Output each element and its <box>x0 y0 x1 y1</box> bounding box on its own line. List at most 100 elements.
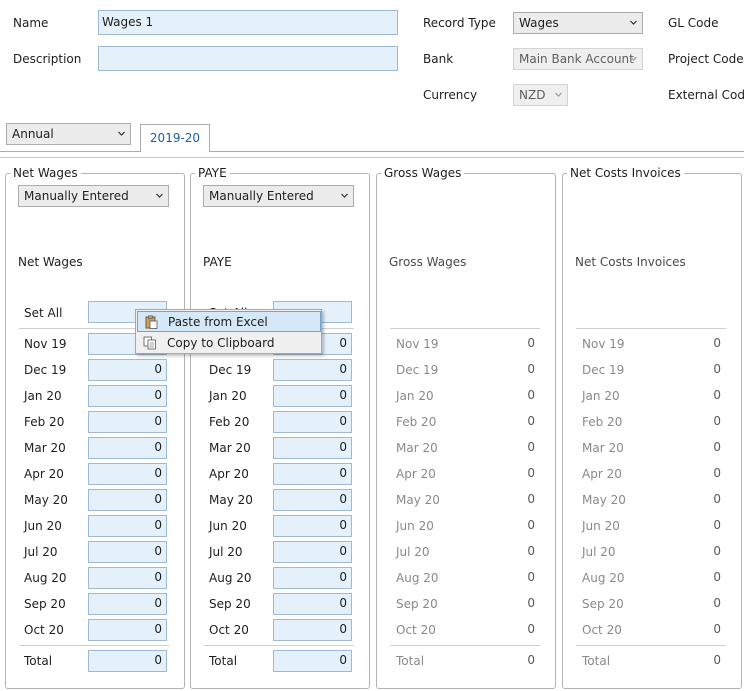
net-costs-invoices-month-value: 0 <box>713 622 721 636</box>
month-label: Aug 20 <box>396 571 439 585</box>
gross-wages-month-value: 0 <box>527 518 535 532</box>
month-label: Apr 20 <box>24 467 64 481</box>
gross-wages-month-value: 0 <box>527 570 535 584</box>
net-costs-invoices-heading: Net Costs Invoices <box>575 255 686 269</box>
name-input[interactable]: Wages 1 <box>98 10 398 35</box>
chevron-down-icon <box>630 19 637 26</box>
net-wages-month-input[interactable]: 0 <box>88 593 167 615</box>
month-label: May 20 <box>209 493 253 507</box>
month-label: Dec 19 <box>24 363 67 377</box>
net-costs-invoices-month-value: 0 <box>713 388 721 402</box>
net-costs-invoices-total-value: 0 <box>713 653 721 667</box>
gross-wages-month-value: 0 <box>527 622 535 636</box>
month-label: Jul 20 <box>396 545 430 559</box>
month-label: Oct 20 <box>24 623 64 637</box>
name-label: Name <box>13 16 49 30</box>
month-label: Apr 20 <box>209 467 249 481</box>
gross-wages-month-value: 0 <box>527 414 535 428</box>
paye-month-input[interactable]: 0 <box>273 567 352 589</box>
net-wages-month-input[interactable]: 0 <box>88 515 167 537</box>
record-type-label: Record Type <box>423 16 496 30</box>
month-label: Aug 20 <box>209 571 252 585</box>
net-wages-month-input[interactable]: 0 <box>88 463 167 485</box>
total-label: Total <box>24 654 53 668</box>
period-select[interactable]: Annual <box>6 123 131 145</box>
mode-value: Manually Entered <box>24 189 129 203</box>
net-wages-month-input[interactable]: 0 <box>88 385 167 407</box>
month-label: Feb 20 <box>582 415 623 429</box>
description-label: Description <box>13 52 82 66</box>
net-costs-invoices-month-value: 0 <box>713 440 721 454</box>
external-code-label: External Code <box>668 88 744 102</box>
paye-month-input[interactable]: 0 <box>273 411 352 433</box>
month-label: Jun 20 <box>396 519 434 533</box>
month-label: May 20 <box>24 493 68 507</box>
group-title: Gross Wages <box>381 166 465 180</box>
paye-month-input[interactable]: 0 <box>273 489 352 511</box>
currency-select[interactable]: NZD <box>513 84 568 106</box>
net-wages-month-input[interactable]: 0 <box>88 541 167 563</box>
menu-item-paste-from-excel[interactable]: Paste from Excel <box>137 311 321 332</box>
content-divider <box>0 157 744 158</box>
paye-month-input[interactable]: 0 <box>273 541 352 563</box>
chevron-down-icon <box>555 91 562 98</box>
net-wages-heading: Net Wages <box>18 255 83 269</box>
net-costs-invoices-month-value: 0 <box>713 518 721 532</box>
net-wages-month-input[interactable]: 0 <box>88 567 167 589</box>
row-separator <box>204 645 354 646</box>
month-label: Mar 20 <box>396 441 438 455</box>
paye-total-value: 0 <box>273 650 352 672</box>
gross-wages-heading: Gross Wages <box>389 255 467 269</box>
bank-label: Bank <box>423 52 454 66</box>
gross-wages-month-value: 0 <box>527 544 535 558</box>
month-label: Jan 20 <box>396 389 434 403</box>
month-label: May 20 <box>582 493 626 507</box>
paye-month-input[interactable]: 0 <box>273 463 352 485</box>
paye-month-input[interactable]: 0 <box>273 593 352 615</box>
net-wages-month-input[interactable]: 0 <box>88 489 167 511</box>
net-costs-invoices-month-value: 0 <box>713 466 721 480</box>
month-label: Jan 20 <box>582 389 620 403</box>
paye-heading: PAYE <box>203 255 232 269</box>
total-label: Total <box>209 654 238 668</box>
net-wages-mode-select[interactable]: Manually Entered <box>18 185 169 207</box>
net-wages-month-input[interactable]: 0 <box>88 619 167 641</box>
month-label: Aug 20 <box>24 571 67 585</box>
net-wages-month-input[interactable]: 0 <box>88 437 167 459</box>
month-label: Jul 20 <box>582 545 616 559</box>
month-label: Nov 19 <box>582 337 625 351</box>
net-wages-month-input[interactable]: 0 <box>88 411 167 433</box>
gross-wages-month-value: 0 <box>527 388 535 402</box>
total-label: Total <box>582 654 611 668</box>
month-label: Jul 20 <box>24 545 58 559</box>
group-title: Net Costs Invoices <box>567 166 684 180</box>
month-label: Sep 20 <box>209 597 251 611</box>
month-label: Jan 20 <box>24 389 62 403</box>
month-label: Sep 20 <box>24 597 66 611</box>
month-label: Dec 19 <box>209 363 252 377</box>
group-net-costs-invoices: Net Costs Invoices <box>562 166 742 689</box>
chevron-down-icon <box>118 130 125 137</box>
net-wages-month-input[interactable]: 0 <box>88 359 167 381</box>
gross-wages-month-value: 0 <box>527 596 535 610</box>
tab-2019-20[interactable]: 2019-20 <box>140 124 210 152</box>
bank-select[interactable]: Main Bank Account <box>513 48 643 70</box>
month-label: Oct 20 <box>396 623 436 637</box>
chevron-down-icon <box>630 55 637 62</box>
month-label: Jan 20 <box>209 389 247 403</box>
paye-month-input[interactable]: 0 <box>273 619 352 641</box>
month-label: Mar 20 <box>209 441 251 455</box>
paye-month-input[interactable]: 0 <box>273 515 352 537</box>
month-label: Jun 20 <box>24 519 62 533</box>
record-type-select[interactable]: Wages <box>513 12 643 34</box>
month-label: May 20 <box>396 493 440 507</box>
paye-month-input[interactable]: 0 <box>273 385 352 407</box>
gross-wages-month-value: 0 <box>527 492 535 506</box>
paye-month-input[interactable]: 0 <box>273 359 352 381</box>
total-label: Total <box>396 654 425 668</box>
paye-month-input[interactable]: 0 <box>273 437 352 459</box>
gl-code-label: GL Code <box>668 16 719 30</box>
paye-mode-select[interactable]: Manually Entered <box>203 185 354 207</box>
description-input[interactable] <box>98 46 398 71</box>
menu-item-copy-to-clipboard[interactable]: Copy to Clipboard <box>137 333 321 354</box>
